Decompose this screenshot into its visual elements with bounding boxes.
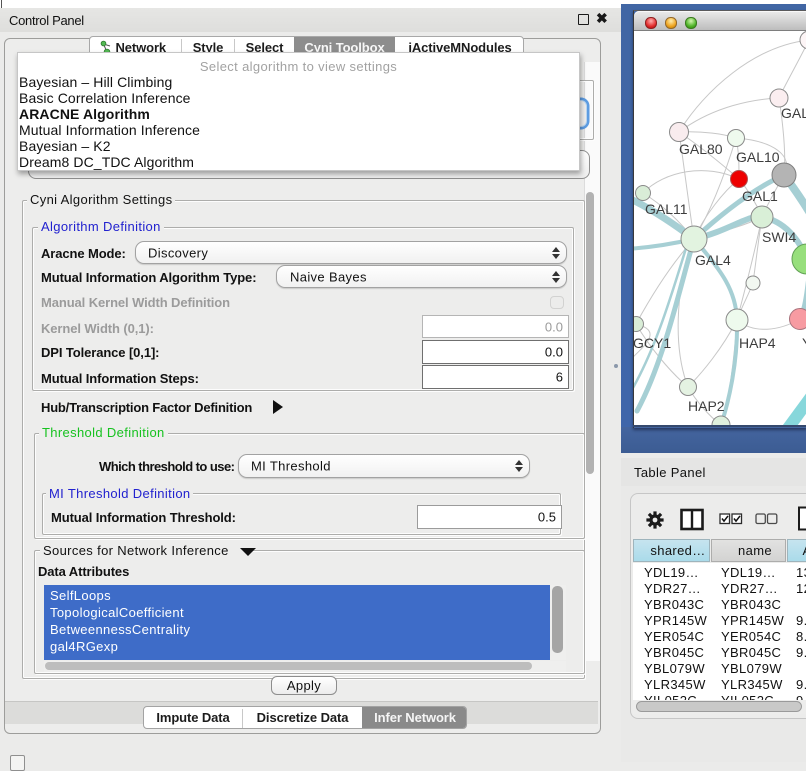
svg-text:HAP4: HAP4 xyxy=(739,335,776,351)
svg-text:GAL80: GAL80 xyxy=(679,141,723,157)
svg-text:GAL11: GAL11 xyxy=(645,201,688,217)
svg-text:GAL1: GAL1 xyxy=(742,188,778,204)
svg-text:GAL4: GAL4 xyxy=(695,252,731,268)
svg-text:GCY1: GCY1 xyxy=(634,335,671,351)
svg-text:YJ: YJ xyxy=(802,335,806,351)
svg-text:GAL7: GAL7 xyxy=(781,105,806,121)
svg-text:HAP2: HAP2 xyxy=(688,398,725,414)
svg-text:SWI4: SWI4 xyxy=(762,229,796,245)
svg-text:GAL10: GAL10 xyxy=(736,149,780,165)
